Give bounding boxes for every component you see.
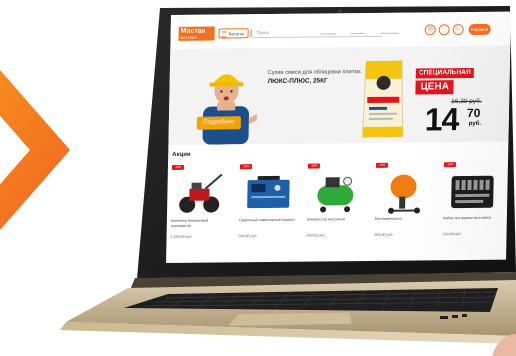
welder-image <box>247 175 290 209</box>
header-divider <box>350 33 365 35</box>
compressor-image <box>317 176 354 213</box>
tool-set-image <box>451 175 494 209</box>
site-logo[interactable]: Мастак МАГАЗИН <box>178 26 215 41</box>
product-title[interactable]: Сварочный инверторный аппарат <box>239 218 297 223</box>
section-title: Акции <box>172 151 191 158</box>
product-title[interactable]: Мотоблок бензиновый культиватор <box>171 218 229 228</box>
product-price: 199,00 руб. <box>442 232 462 237</box>
cart-button[interactable]: Корзина <box>468 23 491 36</box>
product-card[interactable]: -10% Бетономешалка 899,00 руб. <box>372 160 437 251</box>
promo-banner[interactable]: Сухие смеси для облицовки плитки: ЛЮКС-П… <box>168 45 511 145</box>
product-price: 899,00 руб. <box>374 232 394 237</box>
discount-badge: -10% <box>307 163 320 169</box>
promo-scene: Мастак МАГАЗИН Каталог Поиск ◎ ♡ ☺ Корзи… <box>0 0 516 356</box>
product-list: -10% Мотоблок бензиновый культиватор 1 6… <box>166 159 508 263</box>
banner-intro: Сухие смеси для облицовки плитки: <box>267 69 362 77</box>
promo-label-line1: СПЕЦИАЛЬНАЯ <box>415 67 474 79</box>
header-divider <box>380 32 399 34</box>
product-card[interactable]: -10% Набор инструментов в кейсе 199,00 р… <box>440 159 505 251</box>
worker-figure <box>202 74 257 145</box>
header-divider <box>320 33 337 35</box>
cultivator-image <box>179 173 223 213</box>
product-price: 1 699,00 руб. <box>170 234 193 239</box>
discount-badge: -10% <box>443 162 456 168</box>
product-card[interactable]: -10% Компрессор масляный 499,00 руб. <box>304 161 369 252</box>
catalog-button[interactable]: Каталог <box>218 28 249 39</box>
product-card[interactable]: -10% Мотоблок бензиновый культиватор 1 6… <box>168 162 233 253</box>
search-cursor <box>250 29 252 38</box>
heart-icon[interactable]: ♡ <box>438 24 450 36</box>
concrete-mixer-image <box>388 174 421 214</box>
product-title[interactable]: Набор инструментов в кейсе <box>443 216 501 221</box>
product-title[interactable]: Бетономешалка <box>375 216 433 221</box>
website-page: Мастак МАГАЗИН Каталог Поиск ◎ ♡ ☺ Корзи… <box>166 11 512 263</box>
product-bag-image <box>362 60 403 138</box>
product-title[interactable]: Компрессор масляный <box>307 217 365 222</box>
user-icon[interactable]: ☺ <box>452 24 464 36</box>
site-header: Мастак МАГАЗИН Каталог Поиск ◎ ♡ ☺ Корзи… <box>170 11 511 50</box>
discount-badge: -10% <box>171 164 184 170</box>
menu-icon <box>221 31 227 38</box>
discount-badge: -10% <box>239 164 252 170</box>
logo-tagline: МАГАЗИН <box>180 35 197 40</box>
price-integer: 14 <box>424 101 459 138</box>
price-unit: руб. <box>468 120 482 127</box>
laptop-screen: Мастак МАГАЗИН Каталог Поиск ◎ ♡ ☺ Корзи… <box>166 11 512 263</box>
product-price: 599,00 руб. <box>238 234 258 239</box>
promo-label-line2: ЦЕНА <box>415 80 455 95</box>
logo-name: Мастак <box>180 27 206 35</box>
price-fraction: 70 <box>466 105 481 121</box>
catalog-label: Каталог <box>228 31 246 37</box>
more-button[interactable]: Подробнее <box>196 116 241 130</box>
discount-badge: -10% <box>375 162 388 168</box>
product-card[interactable]: -10% Сварочный инверторный аппарат 599,0… <box>236 161 301 253</box>
location-icon[interactable]: ◎ <box>424 24 436 36</box>
product-price: 499,00 руб. <box>306 233 326 238</box>
